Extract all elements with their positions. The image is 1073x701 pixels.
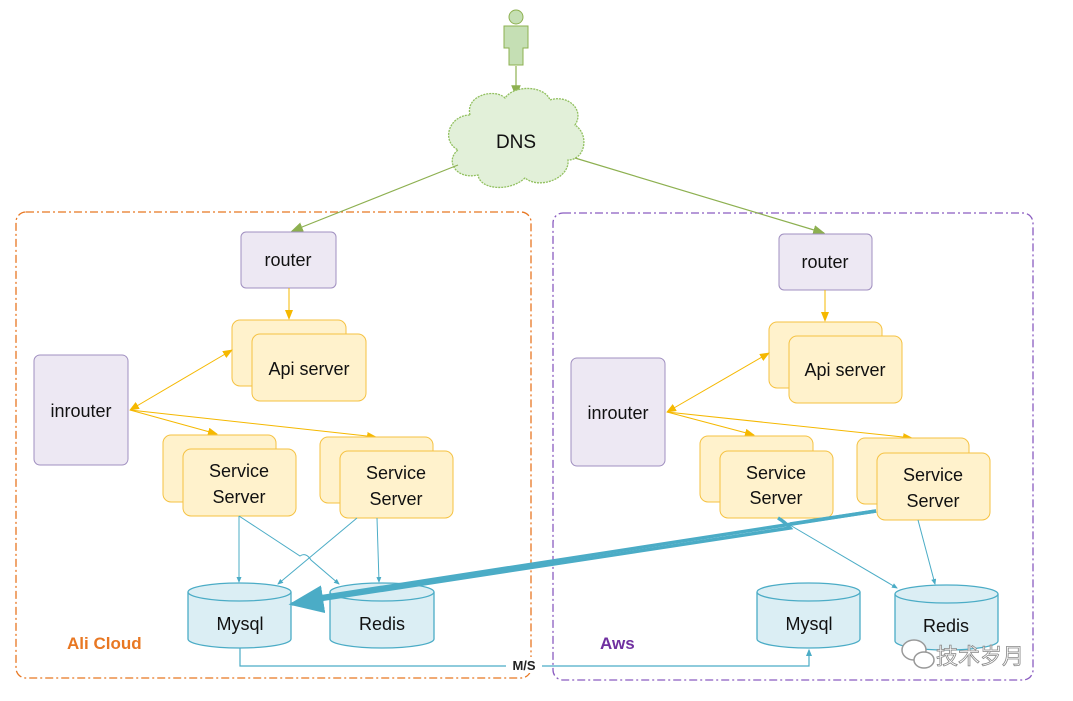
architecture-diagram: Ali Cloud Aws DNS router Api server inro… (15, 9, 1034, 681)
right-api-server: Api server (768, 321, 903, 404)
svg-text:inrouter: inrouter (50, 401, 111, 421)
right-router: router (778, 233, 873, 291)
right-inrouter: inrouter (570, 357, 666, 467)
svg-text:Server: Server (369, 489, 422, 509)
svg-text:Mysql: Mysql (785, 614, 832, 634)
svg-text:Server: Server (749, 488, 802, 508)
svg-text:router: router (264, 250, 311, 270)
svg-text:Redis: Redis (359, 614, 405, 634)
svg-text:Api server: Api server (804, 360, 885, 380)
svg-text:router: router (801, 252, 848, 272)
svg-text:Service: Service (903, 465, 963, 485)
user-icon (503, 9, 529, 66)
svg-text:Redis: Redis (923, 616, 969, 636)
svg-text:Api server: Api server (268, 359, 349, 379)
dns-label: DNS (496, 132, 536, 153)
right-service-server-2: Service Server (856, 437, 991, 521)
aws-label: Aws (600, 634, 635, 653)
svg-text:Server: Server (212, 487, 265, 507)
left-api-server: Api server (231, 319, 367, 402)
watermark-text: 技术岁月 (936, 645, 1024, 670)
left-mysql: Mysql (187, 582, 292, 649)
dns-cloud: DNS (448, 87, 585, 189)
right-mysql: Mysql (756, 582, 861, 649)
left-inrouter: inrouter (33, 354, 129, 466)
svg-text:Service: Service (746, 463, 806, 483)
svg-text:Service: Service (366, 463, 426, 483)
left-service-server-1: Service Server (162, 434, 297, 517)
svg-text:inrouter: inrouter (587, 403, 648, 423)
svg-text:Service: Service (209, 461, 269, 481)
ali-cloud-label: Ali Cloud (67, 634, 142, 653)
replication-label: M/S (512, 658, 535, 673)
left-service-server-2: Service Server (319, 436, 454, 519)
right-service-server-1: Service Server (699, 435, 834, 519)
svg-text:Mysql: Mysql (216, 614, 263, 634)
svg-text:Server: Server (906, 491, 959, 511)
left-router: router (240, 231, 337, 289)
